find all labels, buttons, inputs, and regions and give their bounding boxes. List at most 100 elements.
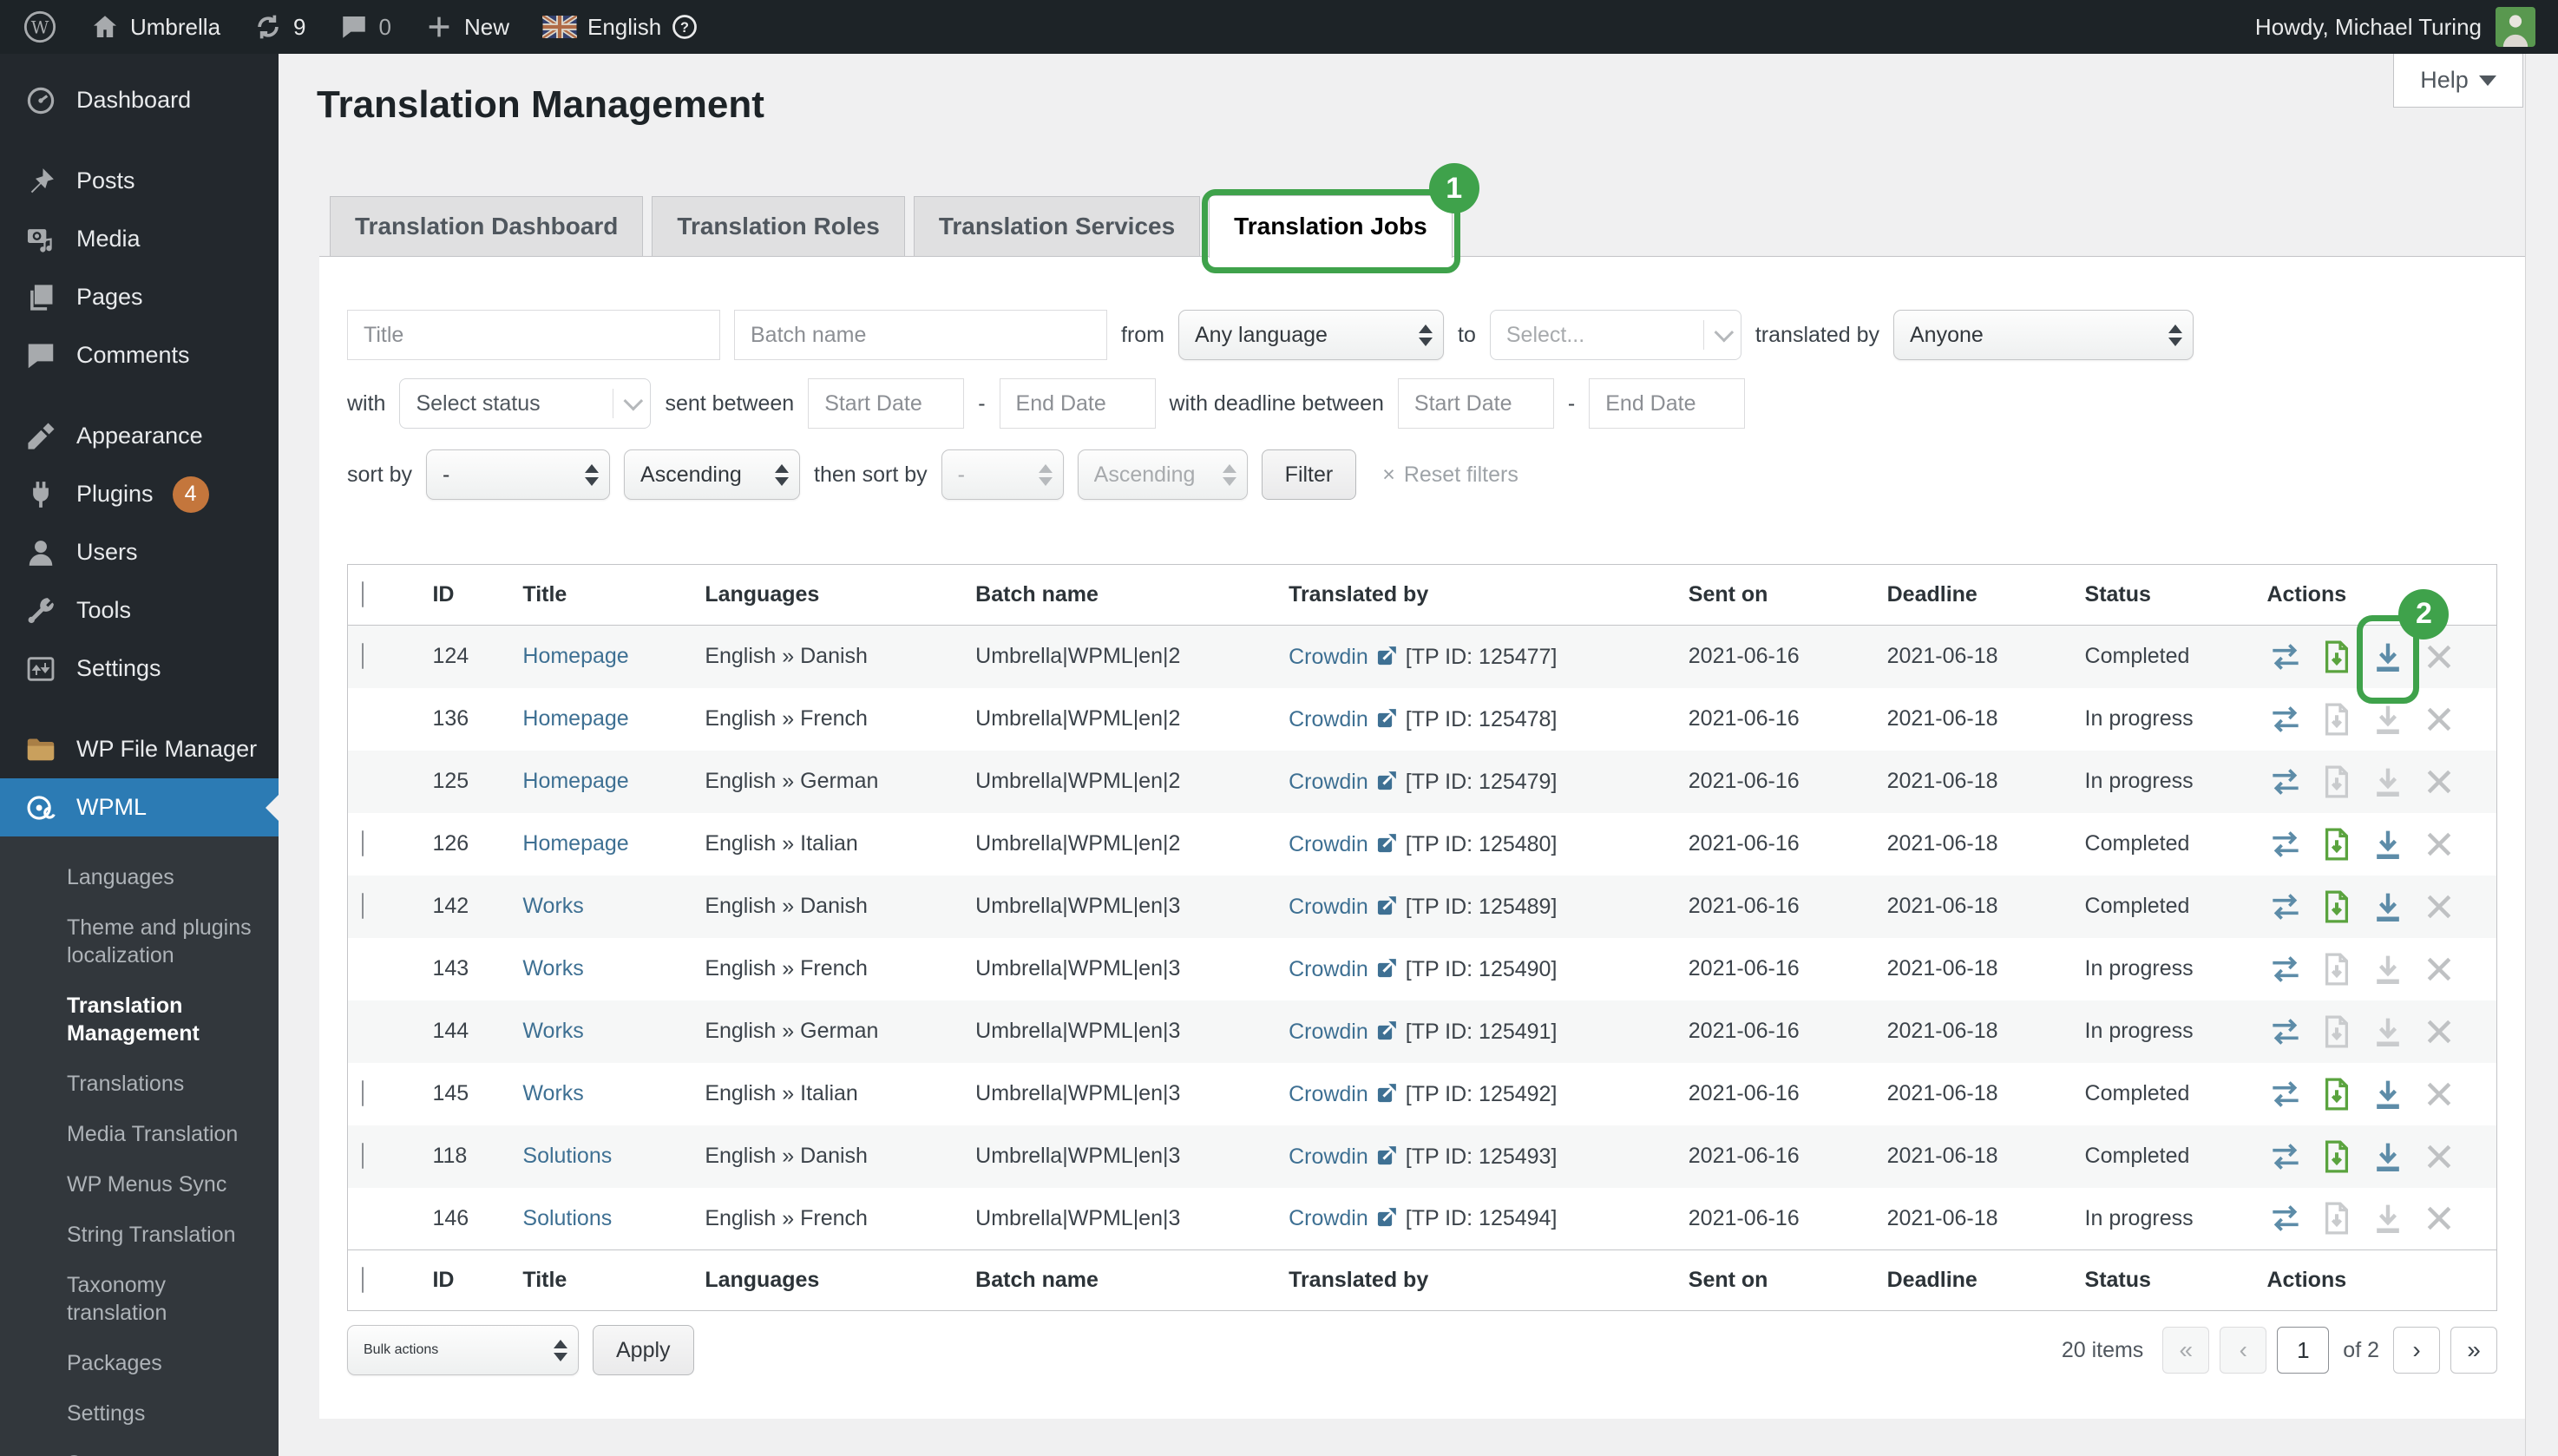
job-title-link[interactable]: Homepage (522, 769, 628, 793)
sync-icon[interactable] (2266, 638, 2305, 676)
sync-icon[interactable] (2266, 825, 2305, 863)
external-link-icon[interactable] (1375, 706, 1399, 730)
target-language-select[interactable]: Select... (1490, 310, 1741, 360)
sent-end-date-input[interactable] (1000, 378, 1156, 429)
job-title-link[interactable]: Works (522, 894, 583, 918)
submenu-item-taxonomy-translation[interactable]: Taxonomy translation (67, 1260, 263, 1338)
scrollbar-track[interactable] (2525, 54, 2558, 1456)
sync-icon[interactable] (2266, 1138, 2305, 1176)
language-switcher[interactable]: English ? (542, 14, 698, 41)
new-content-link[interactable]: New (424, 12, 509, 42)
export-translation-icon[interactable] (2318, 1199, 2356, 1237)
next-page-button[interactable]: › (2393, 1327, 2440, 1374)
reset-filters-link[interactable]: × Reset filters (1382, 462, 1518, 488)
submenu-item-theme-and-plugins-localization[interactable]: Theme and plugins localization (67, 902, 263, 981)
download-icon[interactable] (2369, 700, 2407, 738)
translator-link[interactable]: Crowdin (1289, 1082, 1368, 1106)
download-icon[interactable] (2369, 1199, 2407, 1237)
translator-link[interactable]: Crowdin (1289, 1206, 1368, 1230)
tab-translation-jobs[interactable]: Translation Jobs1 (1209, 195, 1453, 258)
export-translation-icon[interactable] (2318, 1138, 2356, 1176)
translator-link[interactable]: Crowdin (1289, 895, 1368, 919)
export-translation-icon[interactable] (2318, 638, 2356, 676)
site-name-link[interactable]: Umbrella (90, 12, 220, 42)
translator-link[interactable]: Crowdin (1289, 645, 1368, 669)
submenu-item-support[interactable]: Support (67, 1439, 263, 1456)
comments-link[interactable]: 0 (339, 12, 391, 42)
first-page-button[interactable]: « (2162, 1327, 2209, 1374)
select-all-checkbox[interactable] (362, 1267, 364, 1293)
cancel-icon[interactable] (2420, 1138, 2458, 1176)
then-sort-field-select[interactable]: - (941, 449, 1064, 500)
download-icon[interactable] (2369, 763, 2407, 801)
row-checkbox[interactable] (362, 893, 364, 919)
submenu-item-string-translation[interactable]: String Translation (67, 1210, 263, 1260)
export-translation-icon[interactable] (2318, 825, 2356, 863)
sort-direction-select[interactable]: Ascending (624, 449, 800, 500)
external-link-icon[interactable] (1375, 1019, 1399, 1042)
last-page-button[interactable]: » (2450, 1327, 2497, 1374)
download-icon[interactable] (2369, 825, 2407, 863)
avatar[interactable] (2496, 7, 2535, 47)
sync-icon[interactable] (2266, 700, 2305, 738)
export-translation-icon[interactable] (2318, 700, 2356, 738)
download-icon[interactable] (2369, 950, 2407, 988)
submenu-item-packages[interactable]: Packages (67, 1338, 263, 1388)
tab-translation-roles[interactable]: Translation Roles (652, 196, 904, 257)
translator-link[interactable]: Crowdin (1289, 770, 1368, 794)
sidebar-item-comments[interactable]: Comments (0, 326, 279, 384)
sort-field-select[interactable]: - (426, 449, 610, 500)
translator-link[interactable]: Crowdin (1289, 832, 1368, 856)
prev-page-button[interactable]: ‹ (2220, 1327, 2266, 1374)
status-select[interactable]: Select status (399, 378, 651, 429)
cancel-icon[interactable] (2420, 888, 2458, 926)
external-link-icon[interactable] (1375, 1144, 1399, 1167)
then-sort-direction-select[interactable]: Ascending (1078, 449, 1248, 500)
source-language-select[interactable]: Any language (1178, 310, 1444, 360)
external-link-icon[interactable] (1375, 956, 1399, 980)
sync-icon[interactable] (2266, 1199, 2305, 1237)
sync-icon[interactable] (2266, 1013, 2305, 1051)
row-checkbox[interactable] (362, 1143, 364, 1169)
job-title-link[interactable]: Homepage (522, 831, 628, 856)
sync-icon[interactable] (2266, 763, 2305, 801)
external-link-icon[interactable] (1375, 644, 1399, 667)
batch-name-filter-input[interactable] (734, 310, 1107, 360)
submenu-item-media-translation[interactable]: Media Translation (67, 1109, 263, 1159)
translator-link[interactable]: Crowdin (1289, 1020, 1368, 1044)
tab-translation-services[interactable]: Translation Services (914, 196, 1200, 257)
translator-link[interactable]: Crowdin (1289, 957, 1368, 981)
download-icon[interactable] (2369, 888, 2407, 926)
row-checkbox[interactable] (362, 830, 364, 856)
download-icon[interactable] (2369, 1138, 2407, 1176)
sidebar-item-tools[interactable]: Tools (0, 581, 279, 639)
cancel-icon[interactable] (2420, 1199, 2458, 1237)
download-icon[interactable] (2369, 1075, 2407, 1113)
external-link-icon[interactable] (1375, 769, 1399, 792)
row-checkbox[interactable] (362, 643, 364, 669)
job-title-link[interactable]: Works (522, 1081, 583, 1105)
sync-icon[interactable] (2266, 1075, 2305, 1113)
howdy-label[interactable]: Howdy, Michael Turing (2255, 14, 2482, 41)
tab-translation-dashboard[interactable]: Translation Dashboard (330, 196, 643, 257)
cancel-icon[interactable] (2420, 1075, 2458, 1113)
sync-icon[interactable] (2266, 950, 2305, 988)
download-icon[interactable] (2369, 1013, 2407, 1051)
sidebar-item-pages[interactable]: Pages (0, 268, 279, 326)
submenu-item-translation-management[interactable]: Translation Management (67, 981, 263, 1059)
export-translation-icon[interactable] (2318, 763, 2356, 801)
job-title-link[interactable]: Homepage (522, 644, 628, 668)
sidebar-item-users[interactable]: Users (0, 523, 279, 581)
translator-link[interactable]: Crowdin (1289, 1144, 1368, 1169)
bulk-actions-select[interactable]: Bulk actions (347, 1325, 579, 1375)
export-translation-icon[interactable] (2318, 950, 2356, 988)
translator-select[interactable]: Anyone (1893, 310, 2194, 360)
cancel-icon[interactable] (2420, 1013, 2458, 1051)
sidebar-item-plugins[interactable]: Plugins4 (0, 465, 279, 523)
current-page-input[interactable]: 1 (2277, 1327, 2329, 1374)
title-filter-input[interactable] (347, 310, 720, 360)
external-link-icon[interactable] (1375, 1205, 1399, 1229)
sidebar-item-wp-file-manager[interactable]: WP File Manager (0, 720, 279, 778)
job-title-link[interactable]: Solutions (522, 1206, 612, 1230)
sidebar-item-wpml[interactable]: WPML (0, 778, 279, 836)
